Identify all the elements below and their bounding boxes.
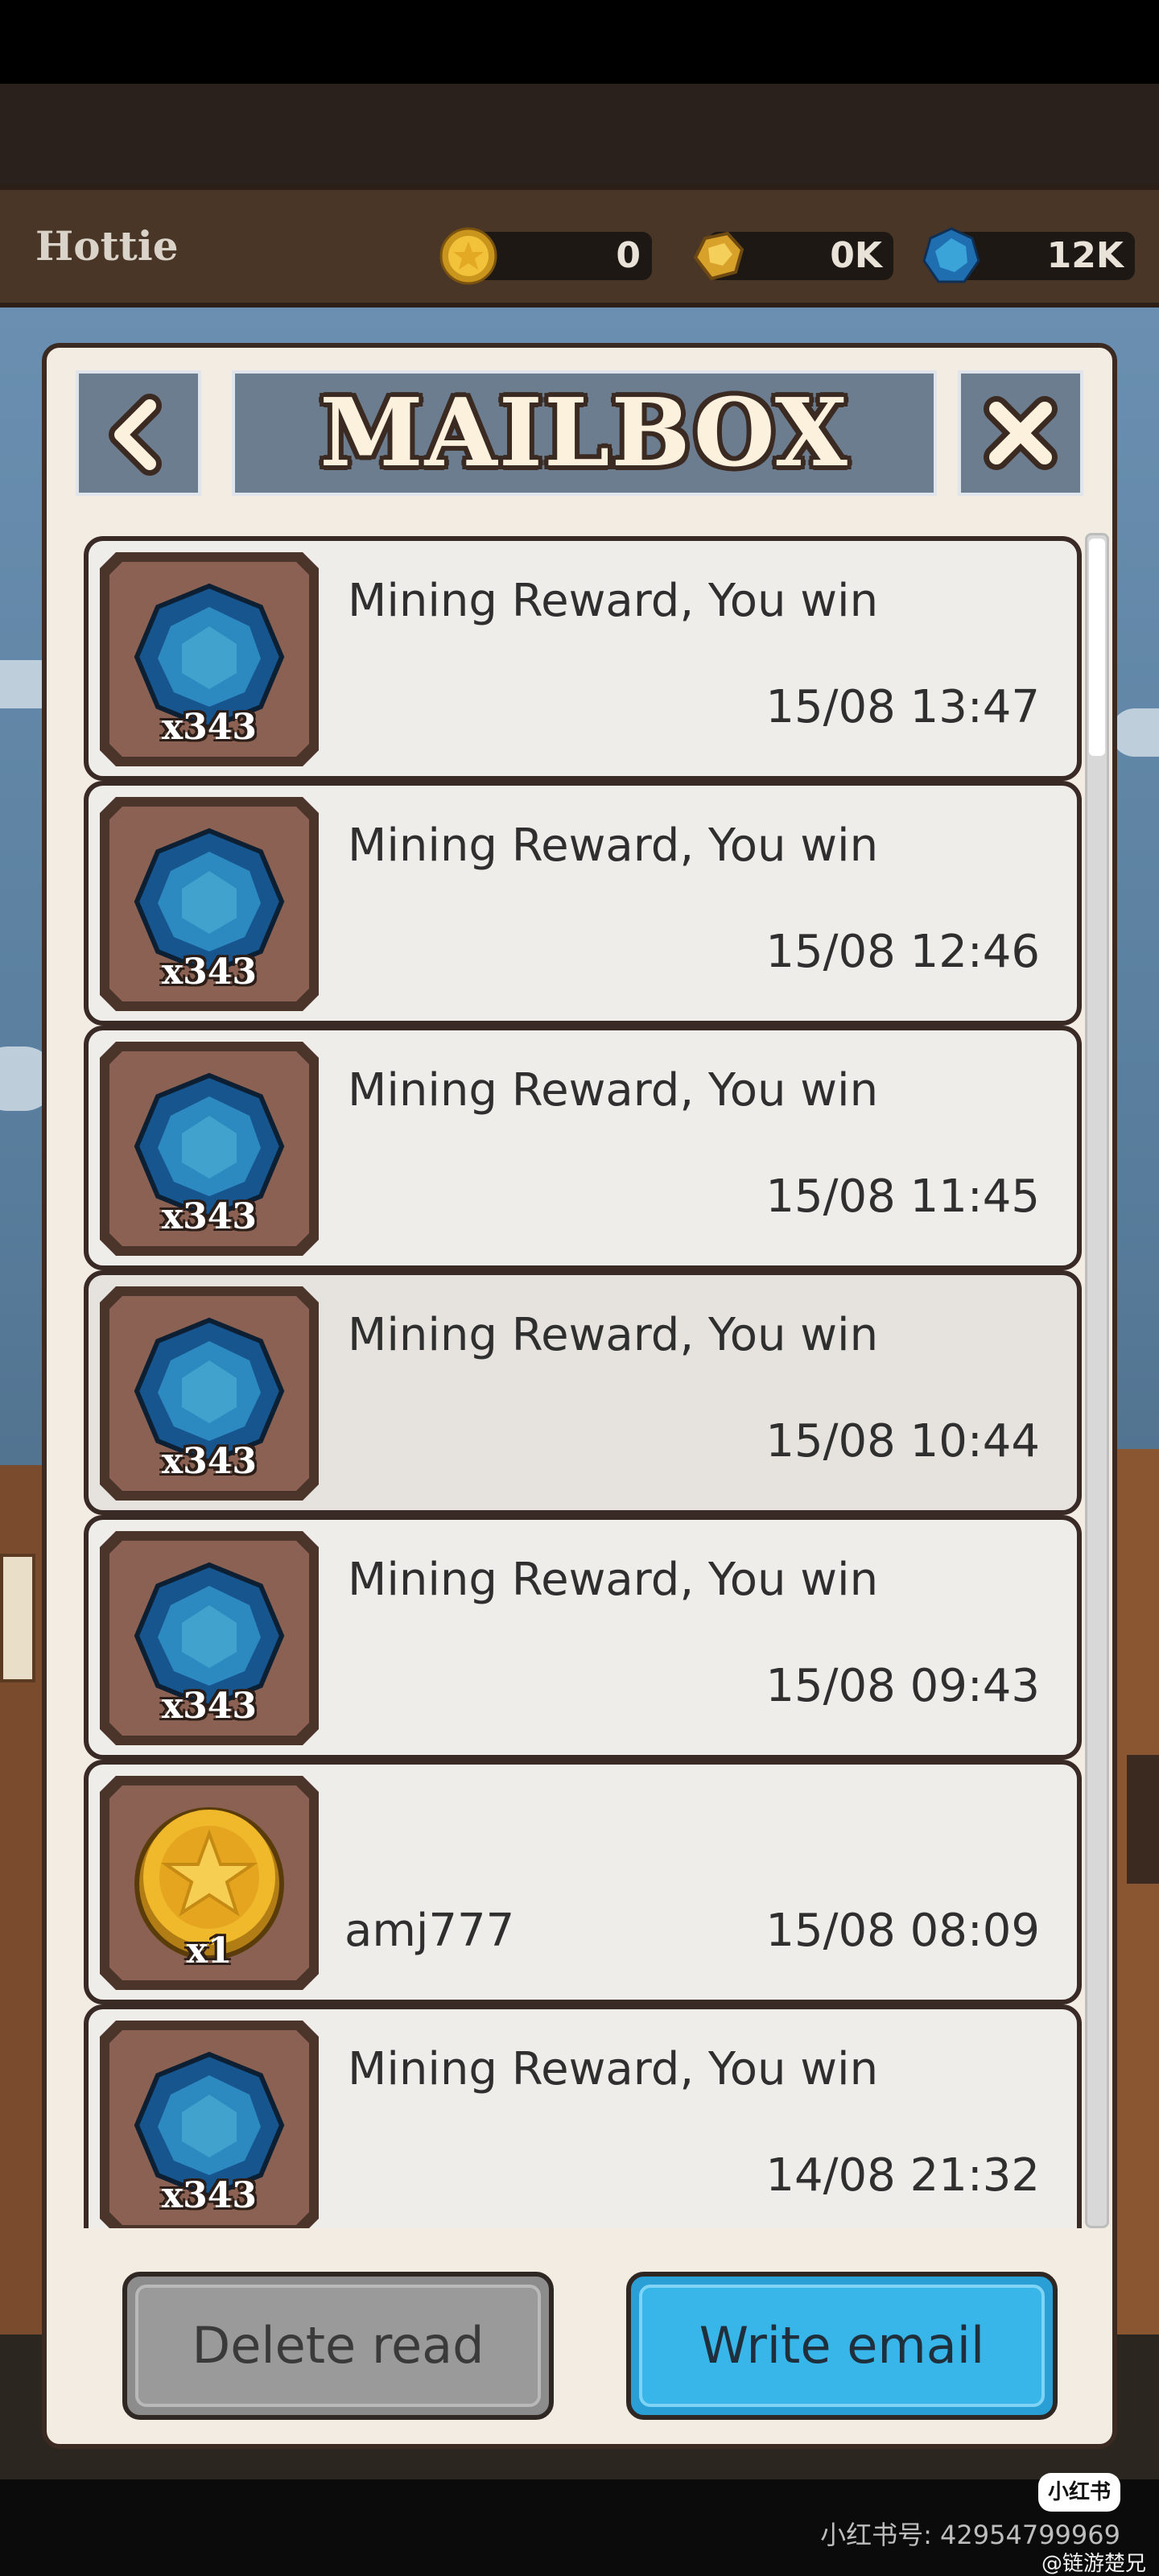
gem-counter[interactable]: 12K (922, 227, 1135, 283)
mail-time: 14/08 21:32 (765, 2149, 1040, 2202)
reward-quantity: x343 (161, 952, 258, 993)
scrollbar[interactable] (1085, 533, 1109, 2228)
gold-coin-value: 0 (616, 235, 641, 276)
reward-quantity: x343 (161, 2175, 258, 2216)
blue-gem-icon (922, 227, 980, 283)
top-dark-strip (0, 84, 1159, 185)
watermark-author: @链游楚兄 (1041, 2552, 1146, 2576)
mail-item[interactable]: x343 Mining Reward, You win 14/08 21:32 (84, 2004, 1082, 2228)
mail-subject: Mining Reward, You win (348, 1064, 879, 1117)
scrollbar-thumb[interactable] (1089, 539, 1105, 756)
gold-ore-value: 0K (830, 235, 882, 276)
mail-list[interactable]: x343 Mining Reward, You win 15/08 13:47 … (84, 533, 1082, 2228)
mail-subject: Mining Reward, You win (348, 2043, 879, 2095)
reward-frame: x343 (100, 1042, 319, 1256)
mail-item[interactable]: x343 Mining Reward, You win 15/08 11:45 (84, 1026, 1082, 1270)
reward-quantity: x343 (161, 1196, 258, 1237)
mail-item-selected[interactable]: x343 Mining Reward, You win 15/08 10:44 (84, 1270, 1082, 1515)
reward-frame: x343 (100, 1286, 319, 1501)
chevron-left-icon (109, 394, 162, 476)
write-email-label: Write email (699, 2316, 985, 2375)
gem-value: 12K (1046, 235, 1124, 276)
gold-ore-icon (693, 231, 744, 281)
mail-sender: amj777 (344, 1905, 515, 1957)
reward-quantity: x343 (161, 1686, 258, 1727)
mail-subject: Mining Reward, You win (348, 1554, 879, 1606)
reward-frame: x343 (100, 2021, 319, 2228)
write-email-button[interactable]: Write email (626, 2272, 1058, 2420)
reward-quantity: x343 (161, 1441, 258, 1482)
status-bar-area (0, 0, 1159, 84)
mail-item[interactable]: x343 Mining Reward, You win 15/08 13:47 (84, 536, 1082, 781)
close-icon (984, 396, 1058, 470)
mail-time: 15/08 11:45 (765, 1170, 1040, 1223)
reward-frame: x343 (100, 552, 319, 766)
mail-time: 15/08 13:47 (765, 681, 1040, 733)
mail-item[interactable]: x1 amj777 15/08 08:09 (84, 1760, 1082, 2004)
mailbox-panel: MAILBOX x343 Mining Reward, You win 15/0… (42, 343, 1117, 2449)
mail-item[interactable]: x343 Mining Reward, You win 15/08 12:46 (84, 781, 1082, 1026)
back-button[interactable] (76, 370, 201, 496)
building-sign (0, 1554, 35, 1682)
page-title: MAILBOX (320, 378, 849, 488)
reward-quantity: x343 (161, 707, 258, 748)
title-banner: MAILBOX (232, 370, 937, 496)
watermark-badge: 小红书 (1038, 2473, 1120, 2512)
gold-coin-counter[interactable]: 0 (439, 227, 652, 285)
gold-coin-icon (439, 227, 497, 285)
reward-frame: x1 (100, 1776, 319, 1990)
mail-item[interactable]: x343 Mining Reward, You win 15/08 09:43 (84, 1515, 1082, 1760)
mail-subject: Mining Reward, You win (348, 819, 879, 872)
close-button[interactable] (958, 370, 1083, 496)
gold-ore-counter[interactable]: 0K (693, 231, 893, 281)
mail-time: 15/08 12:46 (765, 926, 1040, 978)
building-window (1127, 1755, 1159, 1884)
mail-time: 15/08 09:43 (765, 1660, 1040, 1712)
reward-frame: x343 (100, 797, 319, 1011)
mail-subject: Mining Reward, You win (348, 575, 879, 627)
cloud-decoration (1111, 708, 1159, 757)
resource-bar: Hottie 0 0K 12K (0, 185, 1159, 308)
mail-time: 15/08 10:44 (765, 1415, 1040, 1468)
delete-read-label: Delete read (192, 2316, 485, 2375)
delete-read-button[interactable]: Delete read (122, 2272, 554, 2420)
reward-quantity: x1 (186, 1930, 233, 1971)
player-name: Hottie (35, 222, 179, 270)
reward-frame: x343 (100, 1531, 319, 1745)
mail-subject: Mining Reward, You win (348, 1309, 879, 1361)
mail-time: 15/08 08:09 (765, 1905, 1040, 1957)
